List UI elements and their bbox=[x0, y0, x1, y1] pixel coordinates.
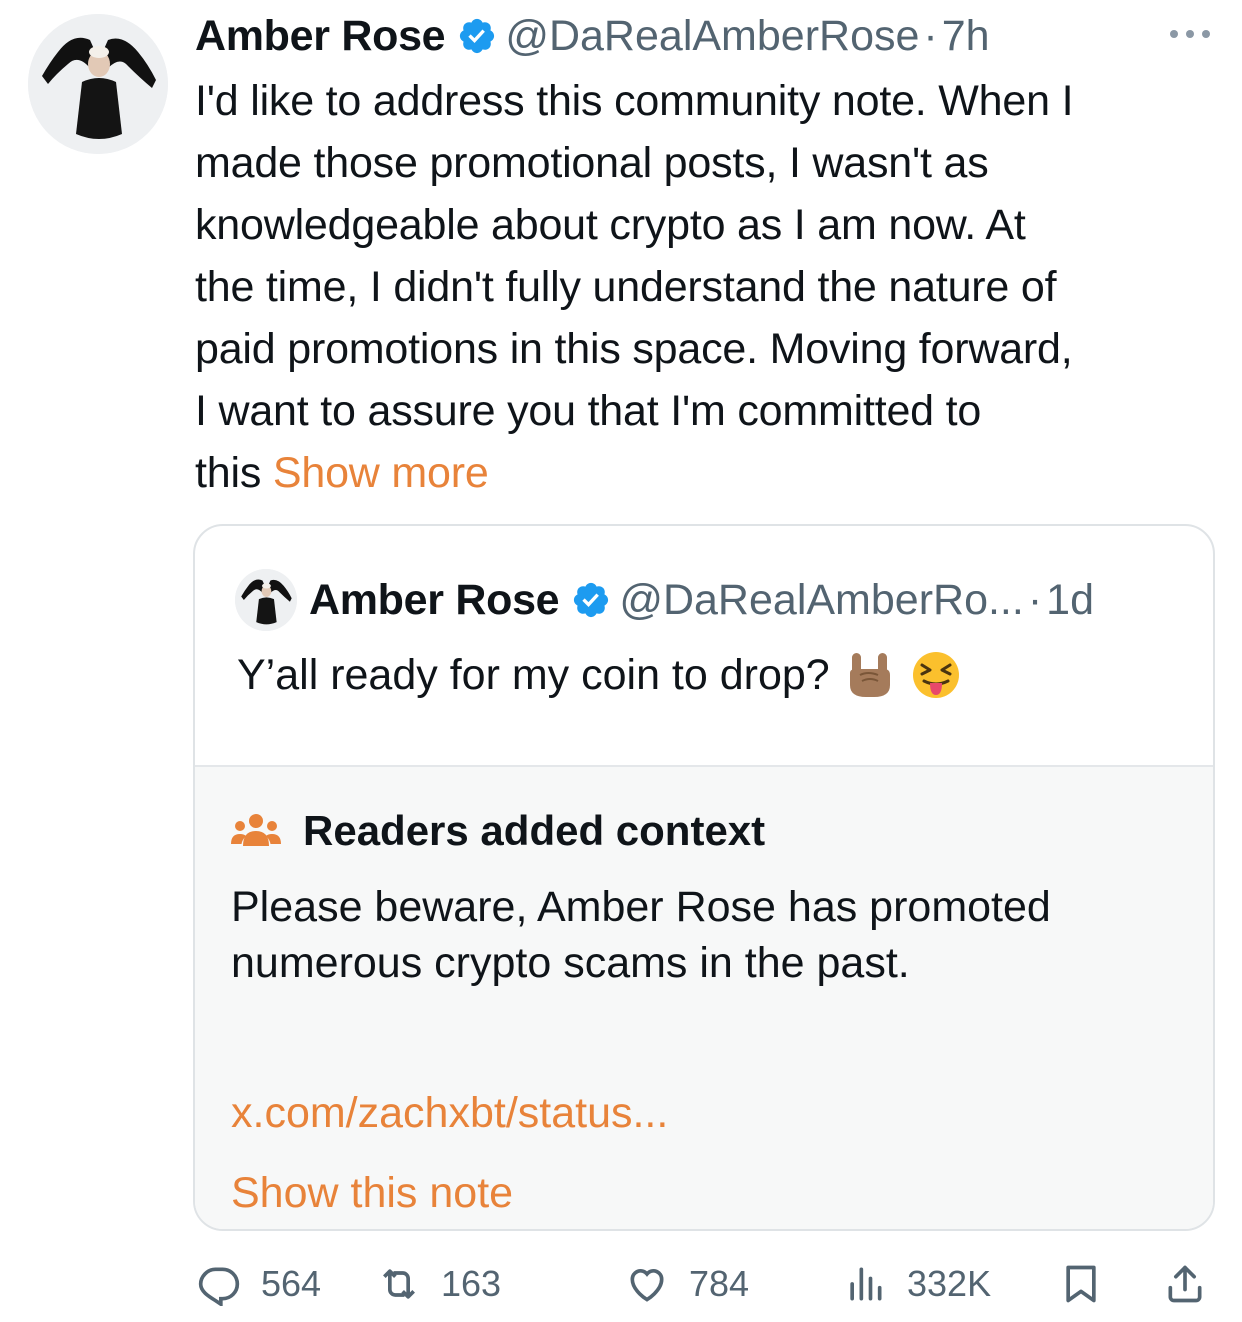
tweet-text-line: paid promotions in this space. Moving fo… bbox=[195, 325, 1073, 373]
quoted-tweet-timestamp: 1d bbox=[1046, 575, 1094, 624]
community-note-line: Please beware, Amber Rose has promoted bbox=[231, 883, 1051, 931]
views-chart-icon bbox=[850, 1267, 882, 1301]
repost-button[interactable]: 163 bbox=[377, 1254, 501, 1314]
separator-dot: · bbox=[1027, 575, 1043, 624]
bookmark-button[interactable] bbox=[1059, 1254, 1103, 1314]
quoted-author-avatar bbox=[235, 569, 297, 631]
community-note-title: Readers added context bbox=[303, 807, 766, 854]
views-count: 332K bbox=[907, 1263, 992, 1304]
like-count: 784 bbox=[689, 1263, 750, 1304]
community-note: Readers added context Please beware, Amb… bbox=[195, 765, 1213, 1229]
like-button[interactable]: 784 bbox=[625, 1254, 749, 1314]
quoted-author-name: Amber Rose bbox=[309, 575, 560, 624]
tweet-timestamp[interactable]: 7h bbox=[942, 8, 990, 64]
views-button[interactable]: 332K bbox=[843, 1254, 991, 1314]
quoted-tweet[interactable]: Amber Rose @DaRealAmberRo... · 1d Y’all … bbox=[193, 524, 1215, 1231]
squinting-face-with-tongue-emoji-icon bbox=[912, 652, 959, 698]
tweet-text-line: knowledgeable about crypto as I am now. … bbox=[195, 201, 1026, 249]
tweet-text-line: I want to assure you that I'm committed … bbox=[195, 387, 982, 435]
bookmark-icon bbox=[1066, 1265, 1096, 1303]
tweet-text-line: the time, I didn't fully understand the … bbox=[195, 263, 1057, 311]
community-note-header: Readers added context bbox=[231, 807, 765, 855]
quoted-tweet-header: Amber Rose @DaRealAmberRo... · 1d bbox=[235, 569, 1094, 631]
reply-count: 564 bbox=[261, 1263, 322, 1304]
repost-count: 163 bbox=[441, 1263, 502, 1304]
more-options-icon[interactable] bbox=[1166, 26, 1214, 42]
heart-icon bbox=[630, 1269, 664, 1302]
verified-badge-icon bbox=[574, 582, 609, 618]
quoted-tweet-text: Y’all ready for my coin to drop? bbox=[237, 651, 830, 699]
community-note-source-link[interactable]: x.com/zachxbt/status... bbox=[231, 1089, 668, 1138]
share-button[interactable] bbox=[1163, 1254, 1207, 1314]
show-this-note-link[interactable]: Show this note bbox=[231, 1169, 513, 1218]
reply-button[interactable]: 564 bbox=[197, 1254, 321, 1314]
share-icon bbox=[1168, 1265, 1202, 1303]
author-avatar[interactable] bbox=[28, 14, 168, 154]
author-name[interactable]: Amber Rose bbox=[195, 8, 446, 64]
separator-dot: · bbox=[923, 12, 938, 60]
repost-icon bbox=[383, 1269, 415, 1299]
tweet-text-line: this bbox=[195, 449, 262, 497]
author-handle[interactable]: @DaRealAmberRose bbox=[505, 8, 919, 64]
people-icon bbox=[231, 814, 281, 846]
show-more-link[interactable]: Show more bbox=[273, 449, 489, 497]
tweet-text-line: I'd like to address this community note.… bbox=[195, 77, 1074, 125]
tweet-header: Amber Rose @DaRealAmberRose · 7h bbox=[195, 8, 990, 64]
tweet-text: I'd like to address this community note.… bbox=[195, 70, 1205, 504]
tweet-text-last-line: this Show more bbox=[195, 442, 1205, 504]
tweet-action-bar: 564 163 784 332K bbox=[193, 1254, 1223, 1314]
community-note-line: numerous crypto scams in the past. bbox=[231, 939, 910, 987]
tweet-text-line: made those promotional posts, I wasn't a… bbox=[195, 139, 989, 187]
reply-icon bbox=[198, 1267, 240, 1306]
verified-badge-icon bbox=[460, 18, 495, 54]
sign-of-the-horns-emoji-icon bbox=[849, 653, 890, 697]
community-note-body: Please beware, Amber Rose has promoted n… bbox=[231, 879, 1181, 991]
quoted-tweet-text-row: Y’all ready for my coin to drop? bbox=[237, 644, 962, 706]
quoted-author-handle: @DaRealAmberRo... bbox=[619, 575, 1024, 624]
